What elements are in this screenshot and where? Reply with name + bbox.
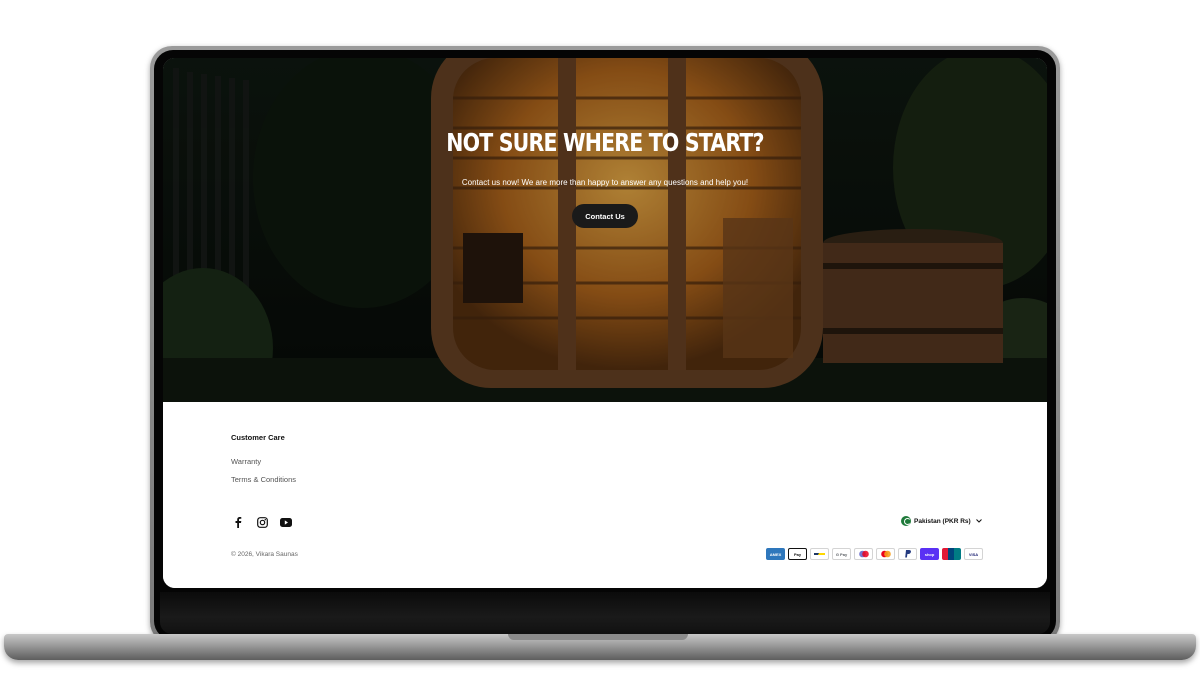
payment-icons: AMEX Pay G Pay shop VISA [766, 548, 983, 560]
copyright-text: © 2026, Vikara Saunas [231, 551, 298, 558]
site-footer: Customer Care Warranty Terms & Condition… [163, 402, 1047, 588]
facebook-icon[interactable] [231, 515, 245, 529]
country-selector-label: Pakistan (PKR Rs) [914, 517, 971, 525]
paypal-icon [898, 548, 917, 560]
instagram-icon[interactable] [255, 515, 269, 529]
laptop-screen: Not sure where to start? Contact us now!… [163, 58, 1047, 588]
pakistan-flag-icon [901, 516, 911, 526]
youtube-icon[interactable] [279, 515, 293, 529]
hero-background-image [163, 58, 1047, 402]
google-pay-icon: G Pay [832, 548, 851, 560]
hero-section: Not sure where to start? Contact us now!… [163, 58, 1047, 402]
keyboard-reflection [160, 592, 1050, 634]
laptop-hinge-notch [508, 634, 688, 640]
warranty-link[interactable]: Warranty [231, 457, 261, 466]
hero-subtitle: Contact us now! We are more than happy t… [461, 178, 749, 187]
visa-icon: VISA [964, 548, 983, 560]
contact-us-button[interactable]: Contact Us [572, 204, 638, 228]
terms-link[interactable]: Terms & Conditions [231, 475, 296, 484]
apple-pay-icon: Pay [788, 548, 807, 560]
bancontact-icon [810, 548, 829, 560]
amex-icon: AMEX [766, 548, 785, 560]
maestro-icon [854, 548, 873, 560]
customer-care-heading: Customer Care [231, 433, 285, 442]
country-selector[interactable]: Pakistan (PKR Rs) [901, 514, 982, 528]
union-pay-icon [942, 548, 961, 560]
shop-pay-icon: shop [920, 548, 939, 560]
mastercard-icon [876, 548, 895, 560]
hero-title: Not sure where to start? [446, 128, 764, 157]
chevron-down-icon [975, 519, 982, 523]
